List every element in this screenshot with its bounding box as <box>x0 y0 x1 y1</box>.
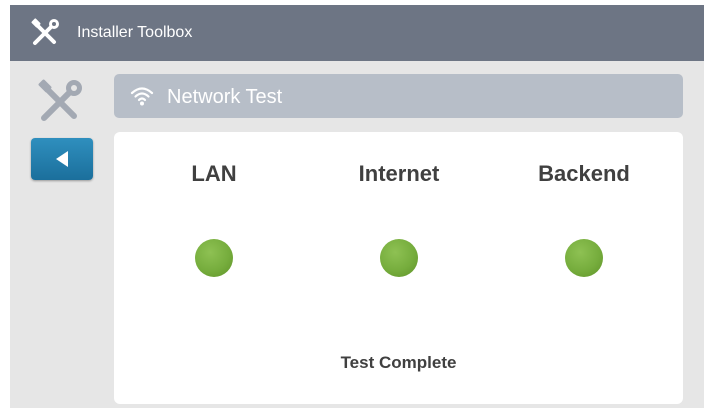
test-item-lan: LAN <box>124 132 304 332</box>
title-bar: Installer Toolbox <box>10 5 704 61</box>
tools-icon <box>31 18 59 45</box>
test-label: Internet <box>358 161 440 186</box>
status-indicator <box>380 239 418 277</box>
tools-icon <box>38 79 82 121</box>
test-item-backend: Backend <box>494 132 674 332</box>
status-message: Test Complete <box>340 353 457 372</box>
wifi-icon <box>130 87 154 106</box>
section-title: Network Test <box>167 86 283 108</box>
test-item-internet: Internet <box>309 132 489 332</box>
test-label: LAN <box>191 161 237 186</box>
app-screen: Installer Toolbox Network Test LAN Inter… <box>10 5 704 408</box>
network-test-panel: LAN Internet Backend Test Complete <box>114 132 683 404</box>
app-title: Installer Toolbox <box>77 24 193 41</box>
back-arrow-icon <box>56 151 68 167</box>
status-indicator <box>195 239 233 277</box>
test-label: Backend <box>538 161 630 186</box>
back-button[interactable] <box>31 138 93 180</box>
status-indicator <box>565 239 603 277</box>
section-header: Network Test <box>114 74 683 118</box>
